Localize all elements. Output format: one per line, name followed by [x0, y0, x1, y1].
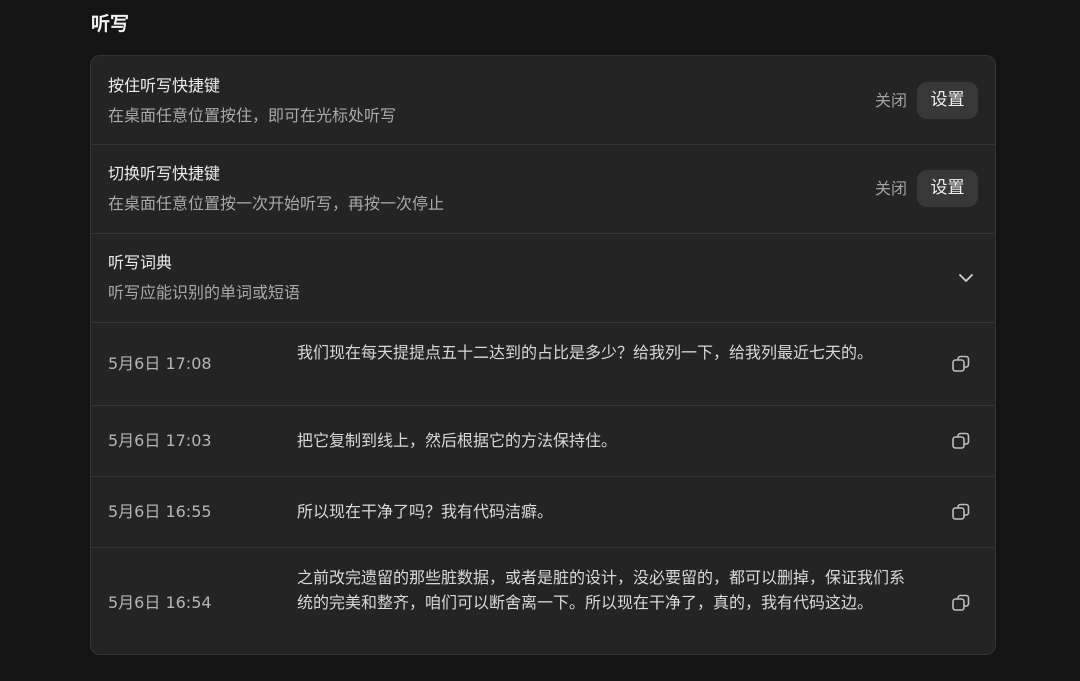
history-row: 5月6日 16:55 所以现在干净了吗？我有代码洁癖。: [91, 477, 995, 548]
hold-shortcut-title: 按住听写快捷键: [108, 76, 221, 95]
section-title: 听写: [91, 13, 130, 35]
hold-shortcut-set-button[interactable]: 设置: [917, 82, 978, 119]
dictionary-title: 听写词典: [108, 253, 173, 272]
copy-icon[interactable]: [951, 593, 971, 613]
dictation-settings-card: 按住听写快捷键 在桌面任意位置按住，即可在光标处听写 关闭 设置 切换听写快捷键…: [90, 55, 996, 655]
dictionary-description: 听写应能识别的单词或短语: [108, 283, 301, 302]
toggle-shortcut-description: 在桌面任意位置按一次开始听写，再按一次停止: [108, 194, 445, 213]
copy-icon[interactable]: [951, 502, 971, 522]
dictionary-row[interactable]: 听写词典 听写应能识别的单词或短语: [91, 234, 995, 323]
toggle-shortcut-row: 切换听写快捷键 在桌面任意位置按一次开始听写，再按一次停止 关闭 设置: [91, 145, 995, 234]
toggle-shortcut-set-button[interactable]: 设置: [917, 170, 978, 207]
history-text: 所以现在干净了吗？我有代码洁癖。: [297, 502, 554, 521]
history-time: 5月6日 16:54: [108, 593, 212, 612]
toggle-shortcut-status: 关闭: [874, 179, 907, 198]
history-time: 5月6日 17:03: [108, 431, 212, 450]
hold-shortcut-row: 按住听写快捷键 在桌面任意位置按住，即可在光标处听写 关闭 设置: [91, 56, 995, 145]
history-text: 把它复制到线上，然后根据它的方法保持住。: [297, 431, 618, 450]
copy-icon[interactable]: [951, 354, 971, 374]
history-row: 5月6日 17:03 把它复制到线上，然后根据它的方法保持住。: [91, 406, 995, 477]
history-time: 5月6日 17:08: [108, 354, 212, 373]
history-row: 5月6日 17:08 我们现在每天提提点五十二达到的占比是多少？给我列一下，给我…: [91, 323, 995, 406]
hold-shortcut-description: 在桌面任意位置按住，即可在光标处听写: [108, 106, 397, 125]
history-time: 5月6日 16:55: [108, 502, 212, 521]
toggle-shortcut-title: 切换听写快捷键: [108, 164, 221, 183]
history-text: 之前改完遗留的那些脏数据，或者是脏的设计，没必要留的，都可以删掉，保证我们系统的…: [297, 568, 906, 612]
history-row: 5月6日 16:54 之前改完遗留的那些脏数据，或者是脏的设计，没必要留的，都可…: [91, 548, 995, 654]
chevron-down-icon[interactable]: [957, 269, 975, 287]
hold-shortcut-status: 关闭: [874, 91, 907, 110]
copy-icon[interactable]: [951, 431, 971, 451]
history-text: 我们现在每天提提点五十二达到的占比是多少？给我列一下，给我列最近七天的。: [297, 343, 874, 362]
